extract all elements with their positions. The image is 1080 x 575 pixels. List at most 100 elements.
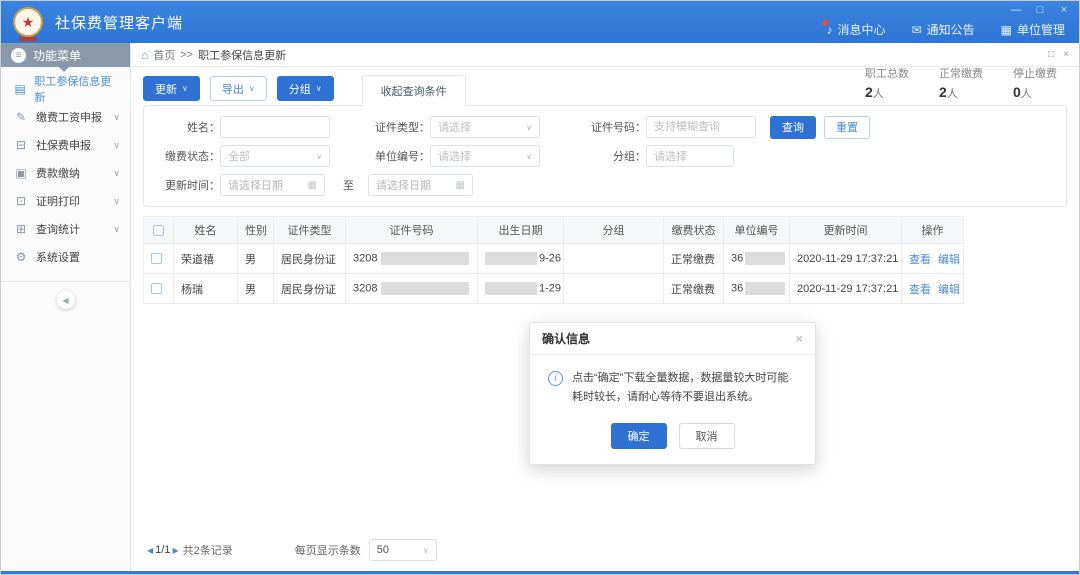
breadcrumb-home[interactable]: 首页: [153, 47, 175, 63]
titlebar: ★ 社保费管理客户端 — □ × ♪ 消息中心 ✉ 通知公告 ▦ 单位管理: [1, 1, 1079, 43]
to-label: 至: [343, 177, 354, 193]
payment-status-label: 缴费状态：: [158, 148, 220, 164]
sidebar-collapse-button[interactable]: ◀: [57, 291, 75, 309]
list-icon: ▤: [14, 82, 26, 96]
stat-normal-payment: 正常缴费 2人: [939, 65, 983, 101]
next-page-button[interactable]: ▶: [172, 546, 178, 555]
form-icon: ⊟: [14, 138, 28, 152]
home-icon: ⌂: [141, 48, 148, 62]
confirm-button[interactable]: 确定: [611, 423, 667, 449]
export-button[interactable]: 导出∨: [210, 76, 267, 101]
query-panel: 姓名： 证件类型： 请选择∨ 证件号码： 查询 重置 缴费状态：: [143, 105, 1067, 207]
sidebar-item-employee-insurance-update[interactable]: ▤ 职工参保信息更新: [1, 75, 130, 103]
id-number-label: 证件号码：: [562, 119, 646, 135]
breadcrumb-current: 职工参保信息更新: [198, 47, 286, 63]
id-type-label: 证件类型：: [352, 119, 430, 135]
reset-button[interactable]: 重置: [824, 116, 870, 139]
payment-status-select[interactable]: 全部∨: [220, 145, 330, 167]
sidebar-item-certificate-print[interactable]: ⊡ 证明打印 ∨: [1, 187, 130, 215]
pane-close-button[interactable]: ×: [1063, 49, 1069, 60]
window-bottom-strip: [1, 571, 1079, 574]
print-icon: ⊡: [14, 194, 28, 208]
calendar-icon: ▦: [456, 180, 465, 191]
window-maximize-button[interactable]: □: [1033, 4, 1047, 16]
sidebar-item-query-statistics[interactable]: ⊞ 查询统计 ∨: [1, 215, 130, 243]
row-checkbox[interactable]: [151, 253, 162, 264]
table-row: 杨瑞 男 居民身份证 3208 1-29 正常缴费 36 2020-11-29 …: [144, 274, 964, 304]
redaction-block: [381, 282, 469, 295]
breadcrumb: ⌂ 首页 >> 职工参保信息更新 □ ×: [131, 43, 1079, 67]
stat-stopped-payment: 停止缴费 0人: [1013, 65, 1057, 101]
payment-icon: ▣: [14, 166, 28, 180]
view-link[interactable]: 查看: [909, 254, 931, 266]
chevron-down-icon: ∨: [249, 84, 255, 93]
chevron-down-icon: ∨: [526, 152, 532, 161]
chevron-down-icon: ∨: [526, 123, 532, 132]
cancel-button[interactable]: 取消: [679, 423, 735, 449]
sidebar: ≡ 功能菜单 ▤ 职工参保信息更新 ✎ 缴费工资申报 ∨ ⊟ 社保费申报 ∨ ▣…: [1, 43, 131, 573]
group-button[interactable]: 分组∨: [277, 76, 334, 101]
calendar-icon: ▦: [308, 180, 317, 191]
select-all-checkbox[interactable]: [153, 225, 164, 236]
nav-unit-management[interactable]: ▦ 单位管理: [1001, 21, 1065, 38]
prev-page-button[interactable]: ◀: [147, 546, 153, 555]
redaction-block: [485, 282, 537, 295]
window-close-button[interactable]: ×: [1057, 4, 1071, 16]
sidebar-item-fee-payment[interactable]: ▣ 费款缴纳 ∨: [1, 159, 130, 187]
record-count: 共2条记录: [183, 542, 233, 558]
date-from-picker[interactable]: 请选择日期▦: [220, 174, 325, 196]
redaction-block: [745, 252, 785, 265]
edit-link[interactable]: 编辑: [938, 284, 960, 296]
stats-icon: ⊞: [14, 222, 28, 236]
menu-icon: ≡: [11, 48, 26, 63]
per-page-select[interactable]: 50∨: [369, 539, 437, 561]
window-minimize-button[interactable]: —: [1009, 4, 1023, 16]
table-row: 荣道禧 男 居民身份证 3208 9-26 正常缴费 36 2020-11-29…: [144, 244, 964, 274]
dialog-title: 确认信息: [542, 330, 590, 347]
row-checkbox[interactable]: [151, 283, 162, 294]
update-time-label: 更新时间：: [158, 177, 220, 193]
group-select[interactable]: 请选择: [646, 145, 734, 167]
stats-summary: 职工总数 2人 正常缴费 2人 停止缴费 0人: [865, 65, 1057, 101]
chevron-down-icon: ∨: [182, 84, 188, 93]
view-link[interactable]: 查看: [909, 284, 931, 296]
top-nav: ♪ 消息中心 ✉ 通知公告 ▦ 单位管理: [827, 21, 1065, 38]
chevron-down-icon: ∨: [423, 546, 429, 555]
unit-number-select[interactable]: 请选择∨: [430, 145, 540, 167]
nav-notifications[interactable]: ✉ 通知公告: [912, 21, 975, 38]
sidebar-header: ≡ 功能菜单: [1, 43, 130, 67]
chevron-down-icon: ∨: [113, 224, 120, 235]
chevron-down-icon: ∨: [113, 140, 120, 151]
pane-maximize-button[interactable]: □: [1048, 49, 1054, 60]
redaction-block: [381, 252, 469, 265]
speaker-icon: ♪: [827, 23, 833, 37]
unit-number-label: 单位编号：: [352, 148, 430, 164]
building-icon: ▦: [1001, 23, 1012, 37]
chevron-down-icon: ∨: [316, 84, 322, 93]
edit-link[interactable]: 编辑: [938, 254, 960, 266]
redaction-block: [485, 252, 537, 265]
table-header-row: 姓名 性别 证件类型 证件号码 出生日期 分组 缴费状态 单位编号 更新时间 操…: [144, 217, 964, 244]
name-input[interactable]: [220, 116, 330, 138]
sidebar-item-social-fee-declaration[interactable]: ⊟ 社保费申报 ∨: [1, 131, 130, 159]
date-to-picker[interactable]: 请选择日期▦: [368, 174, 473, 196]
search-button[interactable]: 查询: [770, 116, 816, 139]
app-title: 社保费管理客户端: [55, 12, 183, 33]
dialog-close-icon[interactable]: ×: [795, 331, 803, 346]
id-type-select[interactable]: 请选择∨: [430, 116, 540, 138]
nav-message-center[interactable]: ♪ 消息中心: [827, 21, 886, 38]
sidebar-divider: [1, 281, 130, 282]
page-indicator: 1/1: [155, 544, 170, 556]
id-number-input[interactable]: [646, 116, 756, 138]
redaction-block: [745, 282, 785, 295]
update-button[interactable]: 更新∨: [143, 76, 200, 101]
sidebar-item-wage-declaration[interactable]: ✎ 缴费工资申报 ∨: [1, 103, 130, 131]
chevron-down-icon: ∨: [113, 112, 120, 123]
gear-icon: ⚙: [14, 250, 28, 264]
employee-table: 姓名 性别 证件类型 证件号码 出生日期 分组 缴费状态 单位编号 更新时间 操…: [143, 216, 964, 304]
sidebar-item-system-settings[interactable]: ⚙ 系统设置: [1, 243, 130, 271]
envelope-icon: ✉: [912, 23, 922, 37]
chevron-down-icon: ∨: [316, 152, 322, 161]
edit-icon: ✎: [14, 110, 28, 124]
collapse-query-conditions-tab[interactable]: 收起查询条件: [362, 75, 466, 106]
